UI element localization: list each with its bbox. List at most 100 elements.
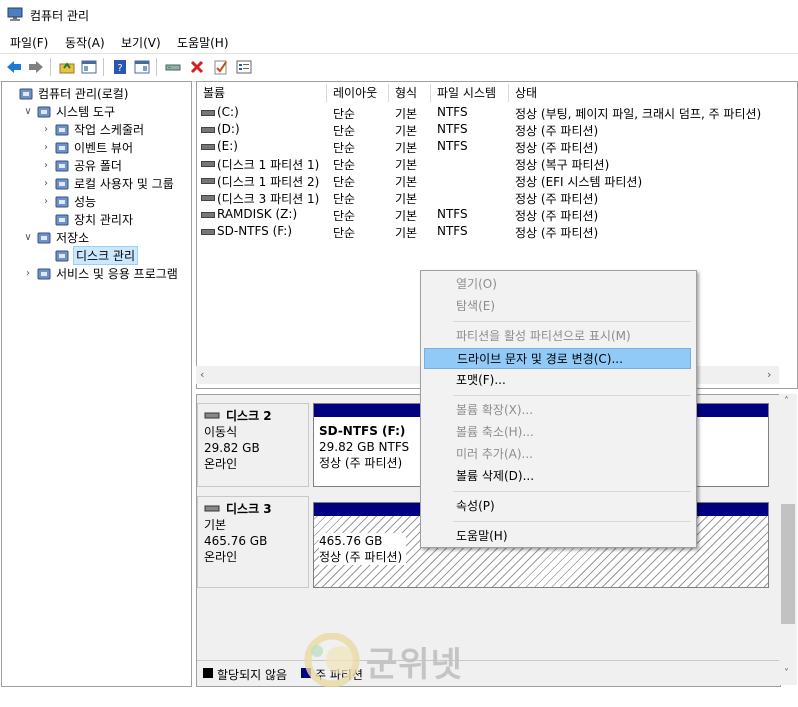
tree-item[interactable]: › 로컬 사용자 및 그룹	[40, 175, 174, 192]
connect-icon[interactable]	[164, 58, 182, 76]
collapsed-chevron-icon[interactable]: ›	[40, 196, 52, 207]
disk-2-size: 29.82 GB	[204, 441, 260, 455]
table-row[interactable]: (디스크 1 파티션 2) 단순 기본 정상 (EFI 시스템 파티션)	[197, 172, 795, 189]
column-filesystem[interactable]: 파일 시스템	[431, 84, 509, 102]
tree-item[interactable]: › 서비스 및 응용 프로그램	[22, 265, 178, 282]
collapsed-chevron-icon[interactable]: ›	[40, 160, 52, 171]
tree-item[interactable]: › 성능	[40, 193, 96, 210]
volume-filesystem: NTFS	[437, 122, 468, 136]
volume-status: 정상 (복구 파티션)	[515, 158, 610, 172]
context-menu-item[interactable]: 볼륨 삭제(D)...	[424, 466, 691, 487]
tools-icon	[36, 105, 52, 119]
check-icon[interactable]	[212, 58, 230, 76]
disk-3-title: 디스크 3	[204, 501, 302, 517]
disk-drive-icon	[204, 505, 220, 512]
table-row[interactable]: (E:) 단순 기본 NTFS 정상 (주 파티션)	[197, 138, 795, 155]
context-menu-item[interactable]: 속성(P)	[424, 496, 691, 517]
users-icon	[54, 177, 70, 191]
tree-item-label: 저장소	[56, 231, 90, 245]
tree-item-label: 서비스 및 응용 프로그램	[56, 267, 178, 281]
collapsed-chevron-icon[interactable]: ›	[40, 124, 52, 135]
list-icon[interactable]	[235, 58, 253, 76]
navigation-tree: 컴퓨터 관리(로컬) ∨ 시스템 도구 › 작업 스케줄러 › 이벤트 뷰어 › 공유 폴더 › 로…	[1, 81, 192, 687]
services-icon	[36, 267, 52, 281]
column-status[interactable]: 상태	[509, 84, 795, 102]
tree-item[interactable]: ∨ 저장소	[22, 229, 89, 246]
delete-icon[interactable]	[188, 58, 206, 76]
expanded-chevron-icon[interactable]: ∨	[22, 232, 34, 243]
column-layout[interactable]: 레이아웃	[327, 84, 389, 102]
menu-help[interactable]: 도움말(H)	[177, 34, 229, 51]
shared-folder-icon	[54, 159, 70, 173]
context-menu-item[interactable]: 볼륨 축소(H)...	[424, 422, 691, 443]
context-menu-item[interactable]: 열기(O)	[424, 274, 691, 295]
toolbar-separator	[50, 58, 51, 76]
menu-separator	[453, 321, 691, 322]
context-menu-item[interactable]: 포맷(F)...	[424, 370, 691, 391]
help-icon[interactable]: ?	[111, 58, 129, 76]
expanded-chevron-icon[interactable]: ∨	[22, 106, 34, 117]
properties-pane-icon[interactable]	[133, 58, 151, 76]
scroll-left-icon[interactable]: ‹	[200, 368, 204, 381]
menu-action[interactable]: 동작(A)	[65, 34, 105, 51]
volume-type: 기본	[395, 158, 418, 172]
tree-item-label: 공유 폴더	[74, 159, 122, 173]
table-row[interactable]: (D:) 단순 기본 NTFS 정상 (주 파티션)	[197, 121, 795, 138]
disk-3-name: 디스크 3	[226, 502, 272, 516]
back-arrow-icon[interactable]	[5, 58, 23, 76]
volume-status: 정상 (주 파티션)	[515, 192, 599, 206]
table-row[interactable]: (C:) 단순 기본 NTFS 정상 (부팅, 페이지 파일, 크래시 덤프, 주 파티…	[197, 104, 795, 121]
tree-item[interactable]: › 공유 폴더	[40, 157, 122, 174]
context-menu-item[interactable]: 도움말(H)	[424, 526, 691, 547]
collapsed-chevron-icon[interactable]: ›	[40, 142, 52, 153]
collapsed-chevron-icon[interactable]: ›	[22, 268, 34, 279]
disk-3-status: 온라인	[204, 550, 238, 564]
tree-item[interactable]: › 이벤트 뷰어	[40, 139, 133, 156]
context-menu-item[interactable]: 탐색(E)	[424, 296, 691, 317]
scrollbar-thumb[interactable]	[781, 504, 795, 624]
computer-icon	[18, 87, 34, 101]
context-menu-item[interactable]: 드라이브 문자 및 경로 변경(C)...	[424, 348, 691, 369]
context-menu-item[interactable]: 파티션을 활성 파티션으로 표시(M)	[424, 326, 691, 347]
scroll-up-icon[interactable]: ˄	[784, 396, 789, 407]
scroll-down-icon[interactable]: ˅	[784, 668, 789, 679]
scroll-right-icon[interactable]: ›	[767, 368, 771, 381]
table-row[interactable]: SD-NTFS (F:) 단순 기본 NTFS 정상 (주 파티션)	[197, 223, 795, 240]
tree-item[interactable]: 장치 관리자	[40, 211, 133, 228]
table-row[interactable]: (디스크 1 파티션 1) 단순 기본 정상 (복구 파티션)	[197, 155, 795, 172]
volume-type: 기본	[395, 209, 418, 223]
disk-2-header[interactable]: 디스크 2 이동식 29.82 GB 온라인	[197, 403, 309, 487]
tree-item-label: 성능	[74, 195, 97, 209]
column-type[interactable]: 형식	[389, 84, 431, 102]
disk-3-type: 기본	[204, 518, 227, 532]
table-row[interactable]: RAMDISK (Z:) 단순 기본 NTFS 정상 (주 파티션)	[197, 206, 795, 223]
volume-type: 기본	[395, 192, 418, 206]
collapsed-chevron-icon[interactable]: ›	[40, 178, 52, 189]
volume-layout: 단순	[333, 107, 356, 121]
tree-item[interactable]: 컴퓨터 관리(로컬)	[4, 85, 128, 102]
volume-layout: 단순	[333, 192, 356, 206]
disk-3-header[interactable]: 디스크 3 기본 465.76 GB 온라인	[197, 496, 309, 588]
volume-status: 정상 (주 파티션)	[515, 226, 599, 240]
tree-item[interactable]: › 작업 스케줄러	[40, 121, 144, 138]
disk-2-status: 온라인	[204, 457, 238, 471]
tree-item[interactable]: 디스크 관리	[40, 246, 139, 265]
tree-item[interactable]: ∨ 시스템 도구	[22, 103, 115, 120]
volume-name: (E:)	[217, 139, 238, 153]
context-menu-item[interactable]: 미러 추가(A)...	[424, 444, 691, 465]
volume-layout: 단순	[333, 209, 356, 223]
vertical-scrollbar[interactable]: ˄ ˅	[779, 394, 797, 685]
forward-arrow-icon[interactable]	[27, 58, 45, 76]
table-row[interactable]: (디스크 3 파티션 1) 단순 기본 정상 (주 파티션)	[197, 189, 795, 206]
volume-name: (디스크 1 파티션 1)	[217, 158, 320, 172]
menu-file[interactable]: 파일(F)	[10, 34, 48, 51]
volume-filesystem: NTFS	[437, 139, 468, 153]
show-hide-tree-icon[interactable]	[80, 58, 98, 76]
up-folder-icon[interactable]	[58, 58, 76, 76]
watermark-text: 군위넷	[366, 645, 463, 685]
volume-drive-icon	[201, 110, 215, 116]
menu-view[interactable]: 보기(V)	[121, 34, 161, 51]
context-menu-item[interactable]: 볼륨 확장(X)...	[424, 400, 691, 421]
volume-type: 기본	[395, 107, 418, 121]
column-volume[interactable]: 볼륨	[197, 84, 327, 102]
